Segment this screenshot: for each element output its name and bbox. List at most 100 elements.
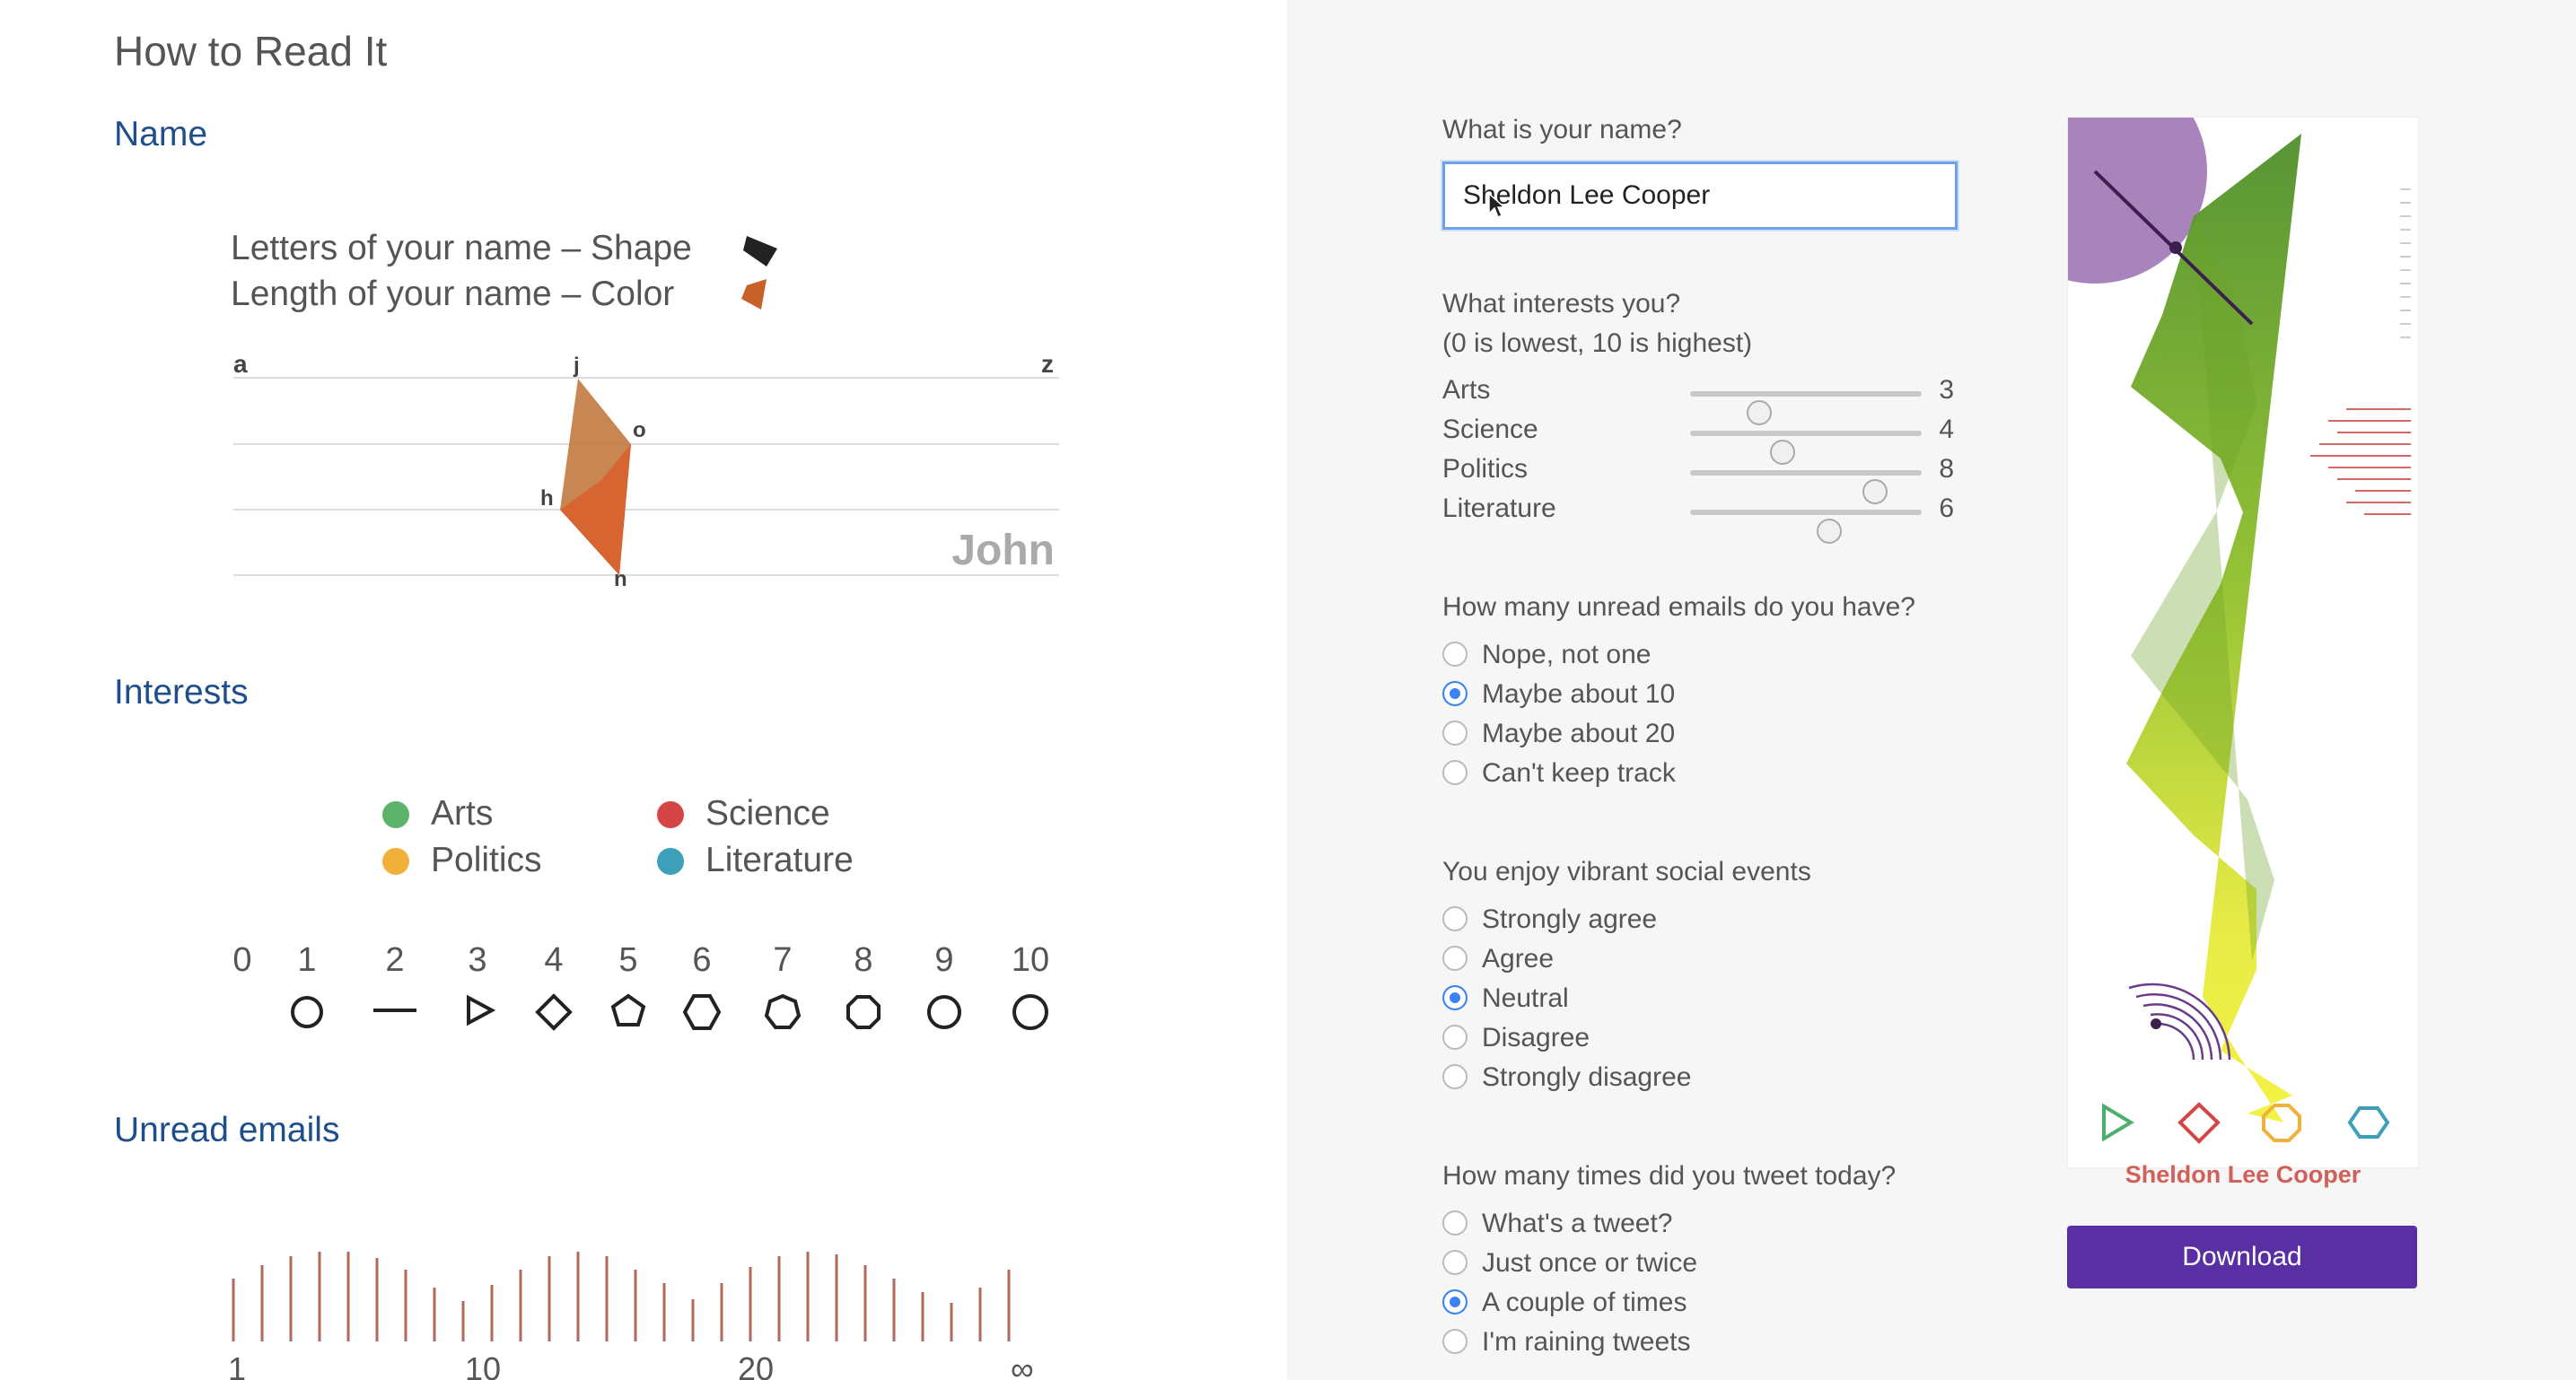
emails-option-cant-track[interactable]: Can't keep track (1442, 754, 1676, 793)
radio-icon[interactable] (1442, 1329, 1468, 1355)
option-label: What's a tweet? (1482, 1209, 1673, 1238)
radio-icon[interactable] (1442, 1250, 1468, 1276)
letter-h: h (540, 486, 554, 511)
scale-label-5: 5 (618, 941, 637, 979)
name-input[interactable] (1441, 160, 1959, 231)
emails-option-none[interactable]: Nope, not one (1442, 635, 1651, 675)
radio-selected-icon[interactable] (1442, 985, 1468, 1011)
legend-label-literature: Literature (705, 841, 854, 879)
social-option-disagree[interactable]: Disagree (1442, 1018, 1590, 1058)
circle-icon (291, 996, 323, 1028)
interest-scale: 0 1 2 3 4 5 6 7 8 9 10 (232, 941, 1049, 1031)
slider-value-arts: 3 (1939, 375, 1954, 405)
preview-name-label: Sheldon Lee Cooper (2125, 1161, 2361, 1188)
politics-slider[interactable] (1690, 470, 1922, 504)
letter-j: j (573, 354, 580, 378)
radio-icon[interactable] (1442, 1025, 1468, 1051)
option-label: Can't keep track (1482, 758, 1676, 788)
slider-label-literature: Literature (1442, 493, 1556, 523)
radio-selected-icon[interactable] (1442, 1289, 1468, 1315)
center-dot-icon (2169, 241, 2182, 254)
emails-option-10[interactable]: Maybe about 10 (1442, 675, 1675, 714)
scale-label-4: 4 (544, 941, 563, 979)
social-option-strongly-disagree[interactable]: Strongly disagree (1442, 1058, 1691, 1097)
slider-value-literature: 6 (1939, 493, 1954, 523)
option-label: Maybe about 10 (1482, 679, 1676, 709)
option-label: Strongly disagree (1482, 1062, 1692, 1092)
shape-legend-icon (741, 236, 777, 310)
scale-label-6: 6 (692, 941, 711, 979)
tweet-option-couple-of-times[interactable]: A couple of times (1442, 1283, 1687, 1323)
social-option-strongly-agree[interactable]: Strongly agree (1442, 900, 1657, 939)
emails-option-20[interactable]: Maybe about 20 (1442, 714, 1675, 754)
diamond-icon (535, 993, 573, 1031)
emails-axis-label-1: 1 (228, 1350, 246, 1380)
option-label: Disagree (1482, 1023, 1590, 1052)
tweet-question: How many times did you tweet today? (1442, 1161, 1897, 1191)
scale-label-9: 9 (934, 941, 953, 979)
social-option-neutral[interactable]: Neutral (1442, 979, 1569, 1018)
scale-label-2: 2 (385, 941, 404, 979)
radio-icon[interactable] (1442, 906, 1468, 932)
option-label: Neutral (1482, 983, 1569, 1013)
scale-label-1: 1 (297, 941, 316, 979)
radio-icon[interactable] (1442, 760, 1468, 786)
slider-label-politics: Politics (1442, 454, 1529, 484)
octagon-icon (2262, 1104, 2301, 1142)
arts-slider[interactable] (1690, 391, 1922, 425)
radio-icon[interactable] (1442, 946, 1468, 972)
legend-label-arts: Arts (431, 794, 494, 833)
literature-slider[interactable] (1690, 510, 1922, 544)
radio-icon[interactable] (1442, 642, 1468, 668)
radio-icon[interactable] (1442, 1064, 1468, 1090)
axis-start-label: a (233, 350, 248, 378)
scale-label-10: 10 (1012, 941, 1049, 979)
radio-icon[interactable] (1442, 721, 1468, 747)
sample-name: John (951, 527, 1055, 574)
shape-legend-label: Letters of your name – Shape (231, 229, 692, 267)
slider-row-arts: Arts 3 (1442, 371, 1954, 425)
option-label: Maybe about 20 (1482, 719, 1676, 748)
interests-section-heading: Interests (114, 673, 249, 712)
color-legend-label: Length of your name – Color (231, 275, 675, 313)
scale-label-3: 3 (468, 941, 486, 979)
tweet-option-whats-a-tweet[interactable]: What's a tweet? (1442, 1204, 1673, 1244)
legend-label-science: Science (705, 794, 830, 833)
radio-selected-icon[interactable] (1442, 681, 1468, 707)
science-slider[interactable] (1690, 431, 1922, 465)
tweet-option-once-or-twice[interactable]: Just once or twice (1442, 1244, 1697, 1283)
letter-n: n (614, 567, 627, 591)
radio-icon[interactable] (1442, 1210, 1468, 1236)
slider-value-politics: 8 (1939, 454, 1954, 484)
emails-axis-label-10: 10 (465, 1350, 501, 1380)
interests-question: What interests you? (1442, 289, 1681, 319)
slider-label-arts: Arts (1442, 375, 1491, 405)
pentagon-icon (610, 993, 646, 1026)
option-label: Nope, not one (1482, 640, 1652, 669)
science-dot-icon (657, 801, 684, 828)
diamond-icon (2177, 1102, 2221, 1144)
option-label: Agree (1482, 944, 1555, 974)
emails-tick-chart: 1 10 20 ∞ (228, 1252, 1034, 1380)
slider-row-literature: Literature 6 (1442, 490, 1954, 544)
interests-hint: (0 is lowest, 10 is highest) (1442, 328, 1753, 358)
heptagon-icon (764, 993, 802, 1029)
page-title: How to Read It (114, 28, 388, 74)
emails-question: How many unread emails do you have? (1442, 592, 1915, 622)
visualization-preview: Sheldon Lee Cooper (2067, 117, 2419, 1188)
social-option-agree[interactable]: Agree (1442, 939, 1554, 979)
triangle-icon (467, 994, 496, 1026)
scale-label-0: 0 (232, 941, 251, 979)
name-letter-chart: a z j o h n John (233, 350, 1059, 591)
download-button[interactable]: Download (2067, 1226, 2417, 1288)
mouse-cursor-icon (1488, 192, 1505, 219)
interests-legend: Arts Science Politics Literature (381, 794, 919, 893)
nonagon-icon (927, 995, 961, 1029)
octagon-icon (846, 995, 881, 1029)
hexagon-icon (682, 994, 722, 1030)
option-label: I'm raining tweets (1482, 1327, 1691, 1357)
tweet-option-raining-tweets[interactable]: I'm raining tweets (1442, 1323, 1691, 1362)
literature-slider-thumb[interactable] (1817, 519, 1842, 544)
option-label: A couple of times (1482, 1288, 1687, 1317)
emails-section-heading: Unread emails (114, 1111, 340, 1149)
